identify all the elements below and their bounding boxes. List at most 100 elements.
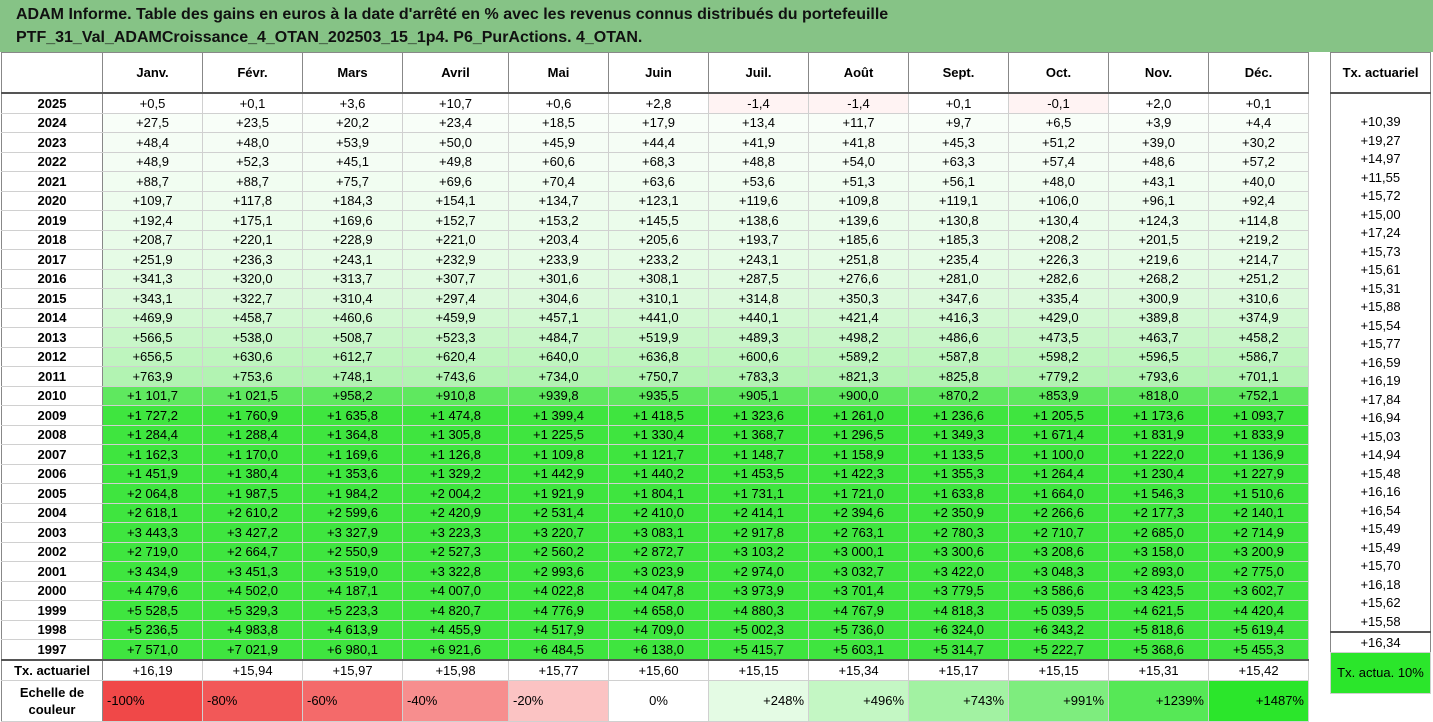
gain-cell: +307,7: [402, 268, 509, 289]
gain-cell: +2 527,3: [402, 541, 509, 562]
colour-scale-swatch: +248%: [708, 679, 809, 722]
gain-cell: -0,1: [1008, 92, 1109, 114]
gain-cell: +51,3: [808, 171, 909, 192]
gain-cell: +4 818,3: [908, 600, 1009, 621]
gain-cell: +5 415,7: [708, 639, 809, 660]
gain-cell: +4 820,7: [402, 600, 509, 621]
tx-actuariel-cell: +15,70: [1330, 556, 1431, 575]
gain-cell: +2 872,7: [608, 541, 709, 562]
gain-cell: +1 169,6: [302, 444, 403, 465]
gain-cell: +3,6: [302, 92, 403, 114]
year-row: 2016 +341,3 +320,0 +313,7 +307,7 +301,6 +308,1…: [1, 268, 1309, 289]
tx-actuariel-total: +16,34: [1330, 630, 1431, 653]
gain-cell: +2 350,9: [908, 502, 1009, 523]
gain-cell: +463,7: [1108, 327, 1209, 348]
gain-cell: +1 984,2: [302, 483, 403, 504]
gain-cell: +1 510,6: [1208, 483, 1309, 504]
month-header: Sept.: [908, 52, 1009, 94]
year-label: 2020: [1, 190, 103, 211]
gain-cell: +523,3: [402, 327, 509, 348]
gain-cell: +203,4: [508, 229, 609, 250]
gain-cell: +484,7: [508, 327, 609, 348]
gain-cell: +5 368,6: [1108, 639, 1209, 660]
tx-actua-scale-swatch: Tx. actua. 10%: [1330, 651, 1431, 694]
year-row: 1997 +7 571,0 +7 021,9 +6 980,1 +6 921,6 +6 4…: [1, 639, 1309, 660]
tx-actuariel-cell: +14,94: [1330, 445, 1431, 464]
tx-row: +15,31: [1330, 279, 1431, 298]
gain-cell: +49,8: [402, 151, 509, 172]
tx-actuariel-month-cell: +15,98: [402, 658, 509, 681]
tx-row: +15,58: [1330, 612, 1431, 632]
gain-cell: +459,9: [402, 307, 509, 328]
report-title-line1: ADAM Informe. Table des gains en euros à…: [16, 6, 889, 23]
gain-cell: +538,0: [202, 327, 303, 348]
gain-cell: +2,8: [608, 92, 709, 114]
gain-cell: +18,5: [508, 112, 609, 133]
gain-cell: +752,1: [1208, 385, 1309, 406]
gain-cell: +282,6: [1008, 268, 1109, 289]
tx-actuariel-cell: +15,49: [1330, 519, 1431, 538]
gain-cell: +750,7: [608, 366, 709, 387]
year-row: 2002 +2 719,0 +2 664,7 +2 550,9 +2 527,3 +2 5…: [1, 541, 1309, 562]
gain-cell: +10,7: [402, 92, 509, 114]
year-label: 2005: [1, 483, 103, 504]
gain-cell: +498,2: [808, 327, 909, 348]
gain-cell: +20,2: [302, 112, 403, 133]
month-header: Juin: [608, 52, 709, 94]
month-header-row: Janv. Févr. Mars Avril Mai Juin Juil. Août Sept.…: [1, 52, 1309, 94]
tx-actuariel-cell: +15,58: [1330, 612, 1431, 632]
gain-cell: +2 763,1: [808, 522, 909, 543]
gain-cell: +5 039,5: [1008, 600, 1109, 621]
tx-row: +15,49: [1330, 538, 1431, 557]
gain-cell: +310,6: [1208, 288, 1309, 309]
gain-cell: +6 921,6: [402, 639, 509, 660]
gain-cell: +335,4: [1008, 288, 1109, 309]
gain-cell: +169,6: [302, 210, 403, 231]
colour-scale-swatch: -80%: [202, 679, 303, 722]
gain-cell: +251,9: [102, 249, 203, 270]
year-label: 2015: [1, 288, 103, 309]
gain-cell: +2 664,7: [202, 541, 303, 562]
gain-cell: +734,0: [508, 366, 609, 387]
gain-cell: +314,8: [708, 288, 809, 309]
gain-cell: +57,4: [1008, 151, 1109, 172]
gain-cell: +5 236,5: [102, 619, 203, 640]
gain-cell: +123,1: [608, 190, 709, 211]
gain-cell: +45,9: [508, 132, 609, 153]
gain-cell: +4 007,0: [402, 580, 509, 601]
colour-scale-swatch: -100%: [102, 679, 203, 722]
gain-cell: +519,9: [608, 327, 709, 348]
gains-table: Janv. Févr. Mars Avril Mai Juin Juil. Août Sept.…: [1, 52, 1309, 722]
month-header: Mars: [302, 52, 403, 94]
tx-row: +16,94: [1330, 408, 1431, 427]
tx-actuariel-cell: +15,61: [1330, 260, 1431, 279]
tx-actuariel-cell: +15,88: [1330, 297, 1431, 316]
tx-row: +11,55: [1330, 168, 1431, 187]
tx-actuariel-cell: +15,03: [1330, 427, 1431, 446]
tx-actuariel-month-cell: +15,15: [1008, 658, 1109, 681]
gain-cell: +821,3: [808, 366, 909, 387]
gain-cell: +63,6: [608, 171, 709, 192]
year-label: 2019: [1, 210, 103, 231]
gain-cell: +0,1: [908, 92, 1009, 114]
gain-cell: +63,3: [908, 151, 1009, 172]
gain-cell: +1 170,0: [202, 444, 303, 465]
tx-actuariel-cell: +15,77: [1330, 334, 1431, 353]
year-label: 2004: [1, 502, 103, 523]
tx-actuariel-month-cell: +15,15: [708, 658, 809, 681]
tx-actuariel-cell: +15,62: [1330, 593, 1431, 612]
gain-cell: +3,9: [1108, 112, 1209, 133]
tx-actuariel-cell: +19,27: [1330, 131, 1431, 150]
tx-actuariel-cell: +16,18: [1330, 575, 1431, 594]
gain-cell: +900,0: [808, 385, 909, 406]
gain-cell: +1 225,5: [508, 424, 609, 445]
gain-cell: +3 048,3: [1008, 561, 1109, 582]
gain-cell: +586,7: [1208, 346, 1309, 367]
gain-cell: +441,0: [608, 307, 709, 328]
month-header: Août: [808, 52, 909, 94]
tx-actuariel-cell: +15,73: [1330, 242, 1431, 261]
gain-cell: +45,3: [908, 132, 1009, 153]
gain-cell: +421,4: [808, 307, 909, 328]
gain-cell: +43,1: [1108, 171, 1209, 192]
gain-cell: +612,7: [302, 346, 403, 367]
